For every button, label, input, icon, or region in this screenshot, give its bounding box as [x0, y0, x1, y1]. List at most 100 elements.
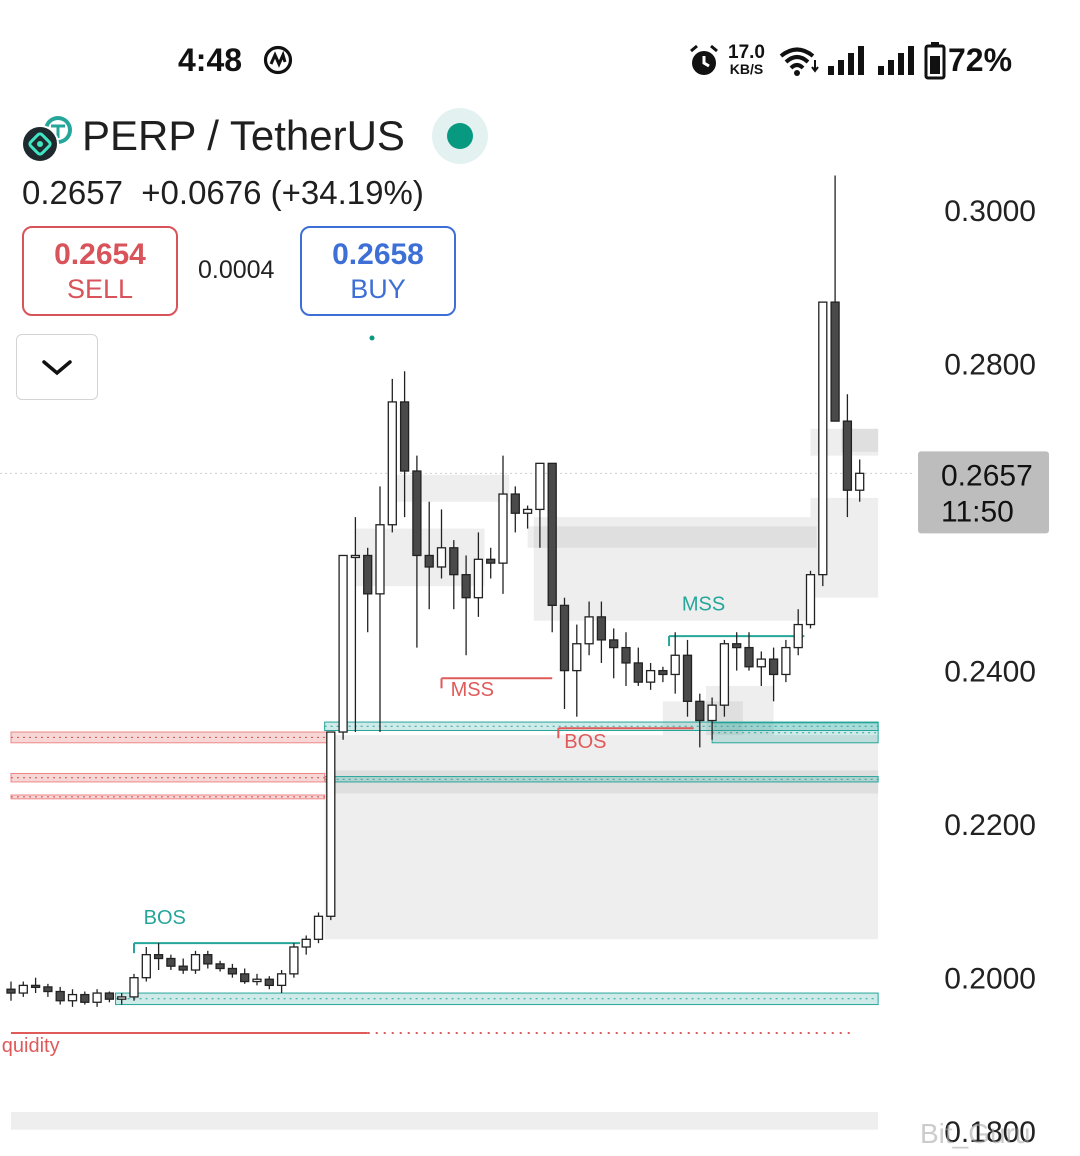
candle-body — [633, 662, 643, 683]
candle-body — [129, 977, 139, 998]
signal-icon — [878, 46, 914, 75]
candle-body — [18, 984, 28, 994]
candle-body — [547, 462, 557, 607]
bearish-order-block — [10, 731, 328, 744]
net-speed-value: 17.0 — [728, 42, 765, 63]
candle-body — [535, 462, 545, 511]
candle-body — [842, 420, 853, 491]
candle-body — [473, 558, 484, 599]
price-change-line: 0.2657 +0.0676 (+34.19%) — [22, 174, 424, 212]
candle-body — [670, 654, 680, 676]
candle-body — [67, 993, 78, 1002]
candle-body — [80, 993, 90, 1003]
candle-body — [264, 978, 274, 987]
candle-body — [682, 654, 693, 702]
candle-countdown-label: 11:50 — [941, 495, 1014, 528]
alert-dot — [369, 335, 375, 341]
price-change: +0.0676 (+34.19%) — [141, 174, 424, 211]
candle-body — [6, 988, 16, 994]
candle-body — [350, 554, 361, 559]
candle-body — [805, 574, 816, 626]
market-open-dot — [447, 123, 473, 149]
candle-body — [719, 643, 730, 706]
y-axis-tick-label: 0.2400 — [944, 656, 1036, 689]
candle-body — [609, 639, 619, 649]
candle-body — [498, 493, 508, 564]
candle-body — [658, 669, 668, 676]
symbol-title[interactable]: PERP / TetherUS — [82, 112, 405, 160]
candle-body — [768, 658, 779, 676]
battery-percentage: 72% — [948, 42, 1013, 78]
candle-body — [55, 990, 65, 1002]
candle-body — [190, 954, 201, 971]
candle-body — [375, 524, 385, 595]
structure-label: quidity — [2, 1035, 60, 1057]
buy-price: 0.2658 — [332, 238, 424, 271]
candle-body — [387, 401, 397, 526]
net-speed: 17.0 KB/S — [728, 42, 765, 78]
candle-body — [289, 946, 299, 975]
candle-body — [301, 938, 311, 948]
y-axis-tick-label: 0.2800 — [944, 349, 1036, 382]
pair-logo-icon — [21, 116, 72, 163]
candle-body — [744, 646, 754, 668]
candle-body — [117, 996, 127, 1000]
candle-body — [43, 986, 53, 993]
candle-body — [215, 963, 225, 970]
candle-body — [338, 554, 348, 733]
candle-body — [584, 616, 594, 645]
sell-price: 0.2654 — [54, 238, 146, 271]
candle-body — [92, 992, 102, 1003]
sell-button[interactable]: 0.2654 SELL — [22, 226, 178, 316]
candle-body — [436, 547, 447, 568]
candle-body — [756, 658, 766, 668]
candle-body — [830, 301, 840, 422]
imbalance-zone — [11, 1112, 879, 1130]
candle-body — [30, 984, 41, 989]
candle-body — [732, 643, 742, 649]
candle-body — [141, 954, 151, 979]
spread-value: 0.0004 — [198, 256, 275, 284]
buy-label: BUY — [350, 274, 406, 304]
y-axis-tick-label: 0.3000 — [944, 195, 1036, 228]
battery-icon — [924, 42, 946, 80]
candle-body — [621, 646, 631, 664]
candle-body — [399, 401, 410, 472]
candle-body — [227, 967, 238, 975]
candle-body — [166, 957, 176, 967]
candle-body — [203, 954, 213, 965]
candle-body — [559, 604, 570, 672]
candle-body — [313, 915, 324, 940]
imbalance-zone — [392, 474, 510, 502]
alarm-icon — [690, 44, 718, 75]
candle-body — [449, 547, 459, 576]
y-axis-tick-label: 0.2000 — [944, 963, 1036, 996]
structure-label: MSS — [682, 594, 725, 616]
candle-body — [596, 616, 607, 641]
last-price: 0.2657 — [22, 174, 123, 211]
status-time: 4:48 — [178, 42, 243, 78]
candle-body — [793, 623, 803, 649]
candle-body — [486, 558, 496, 564]
candle-body — [412, 470, 422, 557]
candle-body — [707, 704, 717, 722]
imbalance-zone — [324, 770, 879, 940]
candle-body — [461, 574, 471, 599]
candle-body — [855, 472, 865, 491]
y-axis-tick-label: 0.2200 — [944, 809, 1036, 842]
candle-body — [326, 731, 336, 917]
candle-body — [178, 965, 188, 971]
structure-label: BOS — [144, 907, 186, 929]
candle-body — [695, 700, 705, 722]
candle-body — [153, 954, 164, 960]
candle-body — [781, 646, 791, 676]
threads-icon — [263, 45, 293, 75]
signal-icon — [828, 46, 864, 75]
candle-body — [645, 669, 656, 683]
net-speed-unit: KB/S — [729, 61, 764, 77]
structure-label: BOS — [564, 731, 606, 753]
buy-button[interactable]: 0.2658 BUY — [300, 226, 456, 316]
wifi-icon — [779, 47, 819, 76]
candle-body — [252, 978, 262, 983]
collapse-panel-button[interactable] — [16, 334, 98, 400]
